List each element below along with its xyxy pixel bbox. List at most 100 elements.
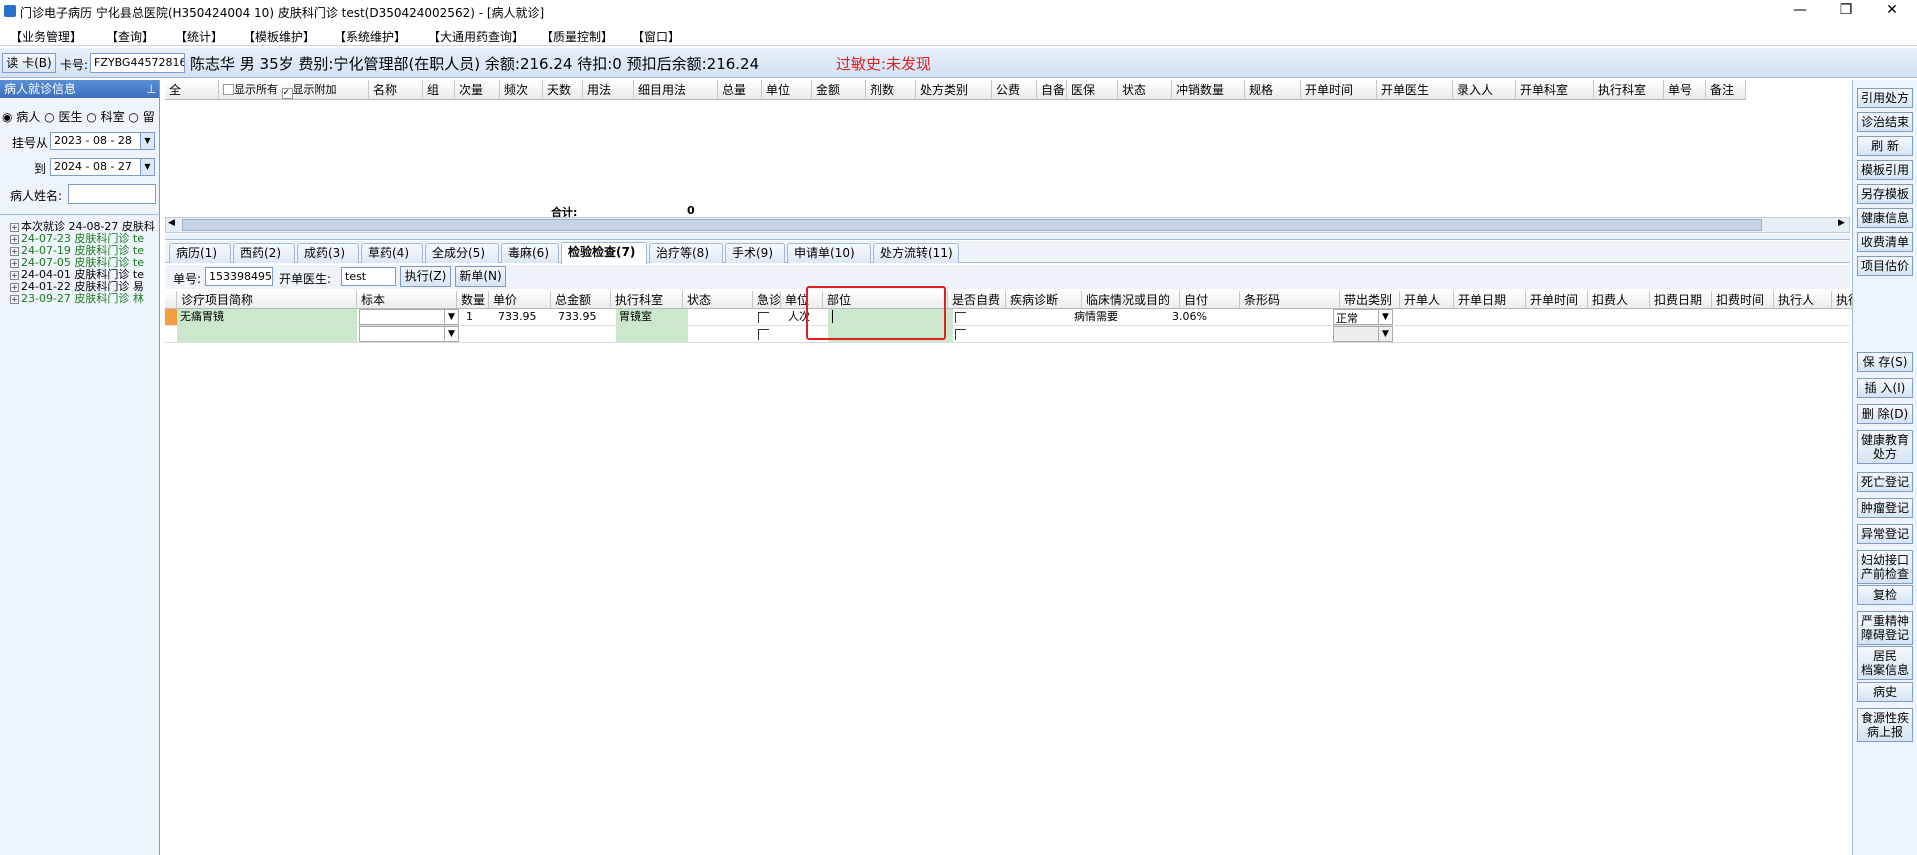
rx-col-header[interactable]: 规格 (1245, 80, 1301, 100)
category-select[interactable]: ▼ (1333, 326, 1393, 342)
patient-name-input[interactable] (68, 184, 156, 204)
right-action-button-2[interactable]: 删 除(D) (1857, 404, 1913, 424)
doctor-input[interactable]: test (341, 267, 396, 286)
radio-dept[interactable]: ○ 科室 (86, 110, 124, 124)
tab-0[interactable]: 病历(1) (169, 243, 231, 263)
emergency-checkbox[interactable] (758, 312, 769, 323)
tab-8[interactable]: 手术(9) (725, 243, 785, 263)
expand-icon[interactable]: + (10, 295, 19, 304)
exam-col-header[interactable]: 单价 (489, 291, 551, 309)
specimen-select[interactable]: ▼ (359, 309, 459, 325)
tab-2[interactable]: 成药(3) (297, 243, 359, 263)
rx-col-header[interactable]: 天数 (543, 80, 583, 100)
order-no-input[interactable]: 153398495 (205, 267, 273, 286)
specimen-select[interactable]: ▼ (359, 326, 459, 342)
right-button-6[interactable]: 收费清单 (1857, 232, 1913, 252)
rx-col-header[interactable]: 备注 (1706, 80, 1746, 100)
rx-col-header[interactable]: 金额 (812, 80, 866, 100)
category-select[interactable]: 正常 ▼ (1333, 309, 1393, 325)
rx-col-header[interactable]: 名称 (369, 80, 423, 100)
exam-col-header[interactable]: 自付 (1180, 291, 1240, 309)
self-pay-checkbox[interactable] (955, 329, 966, 340)
maximize-icon[interactable]: ❐ (1823, 0, 1869, 22)
card-number-input[interactable]: FZYBG44572816 (90, 53, 185, 73)
self-pay-checkbox[interactable] (955, 312, 966, 323)
rx-col-header[interactable]: 细目用法 (634, 80, 718, 100)
right-action-button-1[interactable]: 插 入(I) (1857, 378, 1913, 398)
right-button-4[interactable]: 另存模板 (1857, 184, 1913, 204)
scroll-left-icon[interactable]: ◀ (168, 218, 175, 228)
exam-col-header[interactable]: 总金额 (551, 291, 611, 309)
radio-stay[interactable]: ○ 留 (128, 110, 154, 124)
rx-col-header[interactable]: 用法 (583, 80, 634, 100)
right-button-1[interactable]: 诊治结束 (1857, 112, 1913, 132)
tab-3[interactable]: 草药(4) (361, 243, 423, 263)
tab-4[interactable]: 全成分(5) (425, 243, 499, 263)
exam-col-header[interactable]: 开单日期 (1454, 291, 1526, 309)
rx-col-header[interactable]: 公费 (992, 80, 1037, 100)
rx-col-header[interactable]: 总量 (718, 80, 762, 100)
emergency-checkbox[interactable] (758, 329, 769, 340)
menu-template[interactable]: 【模板维护】 (243, 28, 315, 45)
rx-col-header[interactable]: 医保 (1067, 80, 1118, 100)
table-row[interactable]: ▼ ▼ (165, 326, 1850, 343)
rx-col-header[interactable]: 自备 (1037, 80, 1067, 100)
menu-drug-query[interactable]: 【大通用药查询】 (428, 28, 524, 45)
right-action-button-11[interactable]: 病史 (1857, 682, 1913, 702)
rx-col-header[interactable]: 组 (423, 80, 455, 100)
exam-col-header[interactable]: 数量 (457, 291, 489, 309)
reg-to-date[interactable]: 2024 - 08 - 27 ▼ (50, 158, 155, 176)
chevron-down-icon[interactable]: ▼ (1378, 327, 1392, 341)
exam-col-header[interactable]: 诊疗项目简称 (177, 291, 357, 309)
right-button-5[interactable]: 健康信息 (1857, 208, 1913, 228)
rx-col-header[interactable]: 剂数 (866, 80, 916, 100)
menu-business[interactable]: 【业务管理】 (10, 28, 82, 45)
exam-col-header[interactable]: 急诊 (753, 291, 781, 309)
exam-col-header[interactable]: 带出类别 (1340, 291, 1400, 309)
right-action-button-8[interactable]: 复检 (1857, 585, 1913, 605)
exam-col-header[interactable]: 执行科室 (611, 291, 683, 309)
rx-col-header[interactable]: 开单科室 (1516, 80, 1594, 100)
menu-quality[interactable]: 【质量控制】 (541, 28, 613, 45)
horizontal-scrollbar[interactable]: ◀ ▶ (165, 217, 1850, 233)
chevron-down-icon[interactable]: ▼ (1378, 310, 1392, 324)
show-all-checkbox[interactable] (223, 84, 234, 95)
rx-col-header[interactable]: 频次 (500, 80, 543, 100)
rx-col-header[interactable]: 执行科室 (1594, 80, 1664, 100)
right-action-button-6[interactable]: 异常登记 (1857, 524, 1913, 544)
right-button-0[interactable]: 引用处方 (1857, 88, 1913, 108)
chevron-down-icon[interactable]: ▼ (444, 327, 458, 341)
right-action-button-9[interactable]: 严重精神 障碍登记 (1857, 611, 1913, 645)
exam-col-header[interactable]: 执行人 (1774, 291, 1832, 309)
chevron-down-icon[interactable]: ▼ (444, 310, 458, 324)
menu-system[interactable]: 【系统维护】 (334, 28, 406, 45)
cell-item-name[interactable]: 无痛胃镜 (177, 309, 357, 325)
tab-5[interactable]: 毒麻(6) (501, 243, 559, 263)
table-row[interactable]: 无痛胃镜 ▼ 1 733.95 733.95 胃镜室 人次 病情需要 3.06%… (165, 309, 1850, 326)
exam-col-header[interactable]: 是否自费 (948, 291, 1006, 309)
scroll-thumb[interactable] (182, 219, 1762, 231)
col-all[interactable]: 全 (165, 80, 219, 100)
execute-button[interactable]: 执行(Z) (400, 266, 451, 287)
right-action-button-4[interactable]: 死亡登记 (1857, 472, 1913, 492)
rx-col-header[interactable]: 开单医生 (1377, 80, 1453, 100)
splitter[interactable] (165, 234, 1850, 240)
tab-6[interactable]: 检验检查(7) (561, 242, 647, 264)
reg-from-date[interactable]: 2023 - 08 - 28 ▼ (50, 132, 155, 150)
menu-query[interactable]: 【查询】 (106, 28, 154, 45)
rx-col-header[interactable]: 冲销数量 (1172, 80, 1245, 100)
tree-item[interactable]: +23-09-27 皮肤科门诊 林 (10, 290, 144, 306)
rx-col-header[interactable]: 单位 (762, 80, 812, 100)
radio-doctor[interactable]: ○ 医生 (44, 110, 82, 124)
cell-dept[interactable]: 胃镜室 (616, 309, 688, 325)
chevron-down-icon[interactable]: ▼ (140, 159, 154, 175)
new-order-button[interactable]: 新单(N) (455, 266, 506, 287)
right-action-button-0[interactable]: 保 存(S) (1857, 352, 1913, 372)
rx-col-header[interactable]: 单号 (1664, 80, 1706, 100)
right-button-7[interactable]: 项目估价 (1857, 256, 1913, 276)
exam-col-header[interactable]: 扣费日期 (1650, 291, 1712, 309)
rx-col-header[interactable]: 录入人 (1453, 80, 1516, 100)
cell-qty[interactable]: 1 (463, 309, 493, 325)
tab-7[interactable]: 治疗等(8) (649, 243, 723, 263)
pin-icon[interactable]: ⊥ (146, 80, 156, 98)
